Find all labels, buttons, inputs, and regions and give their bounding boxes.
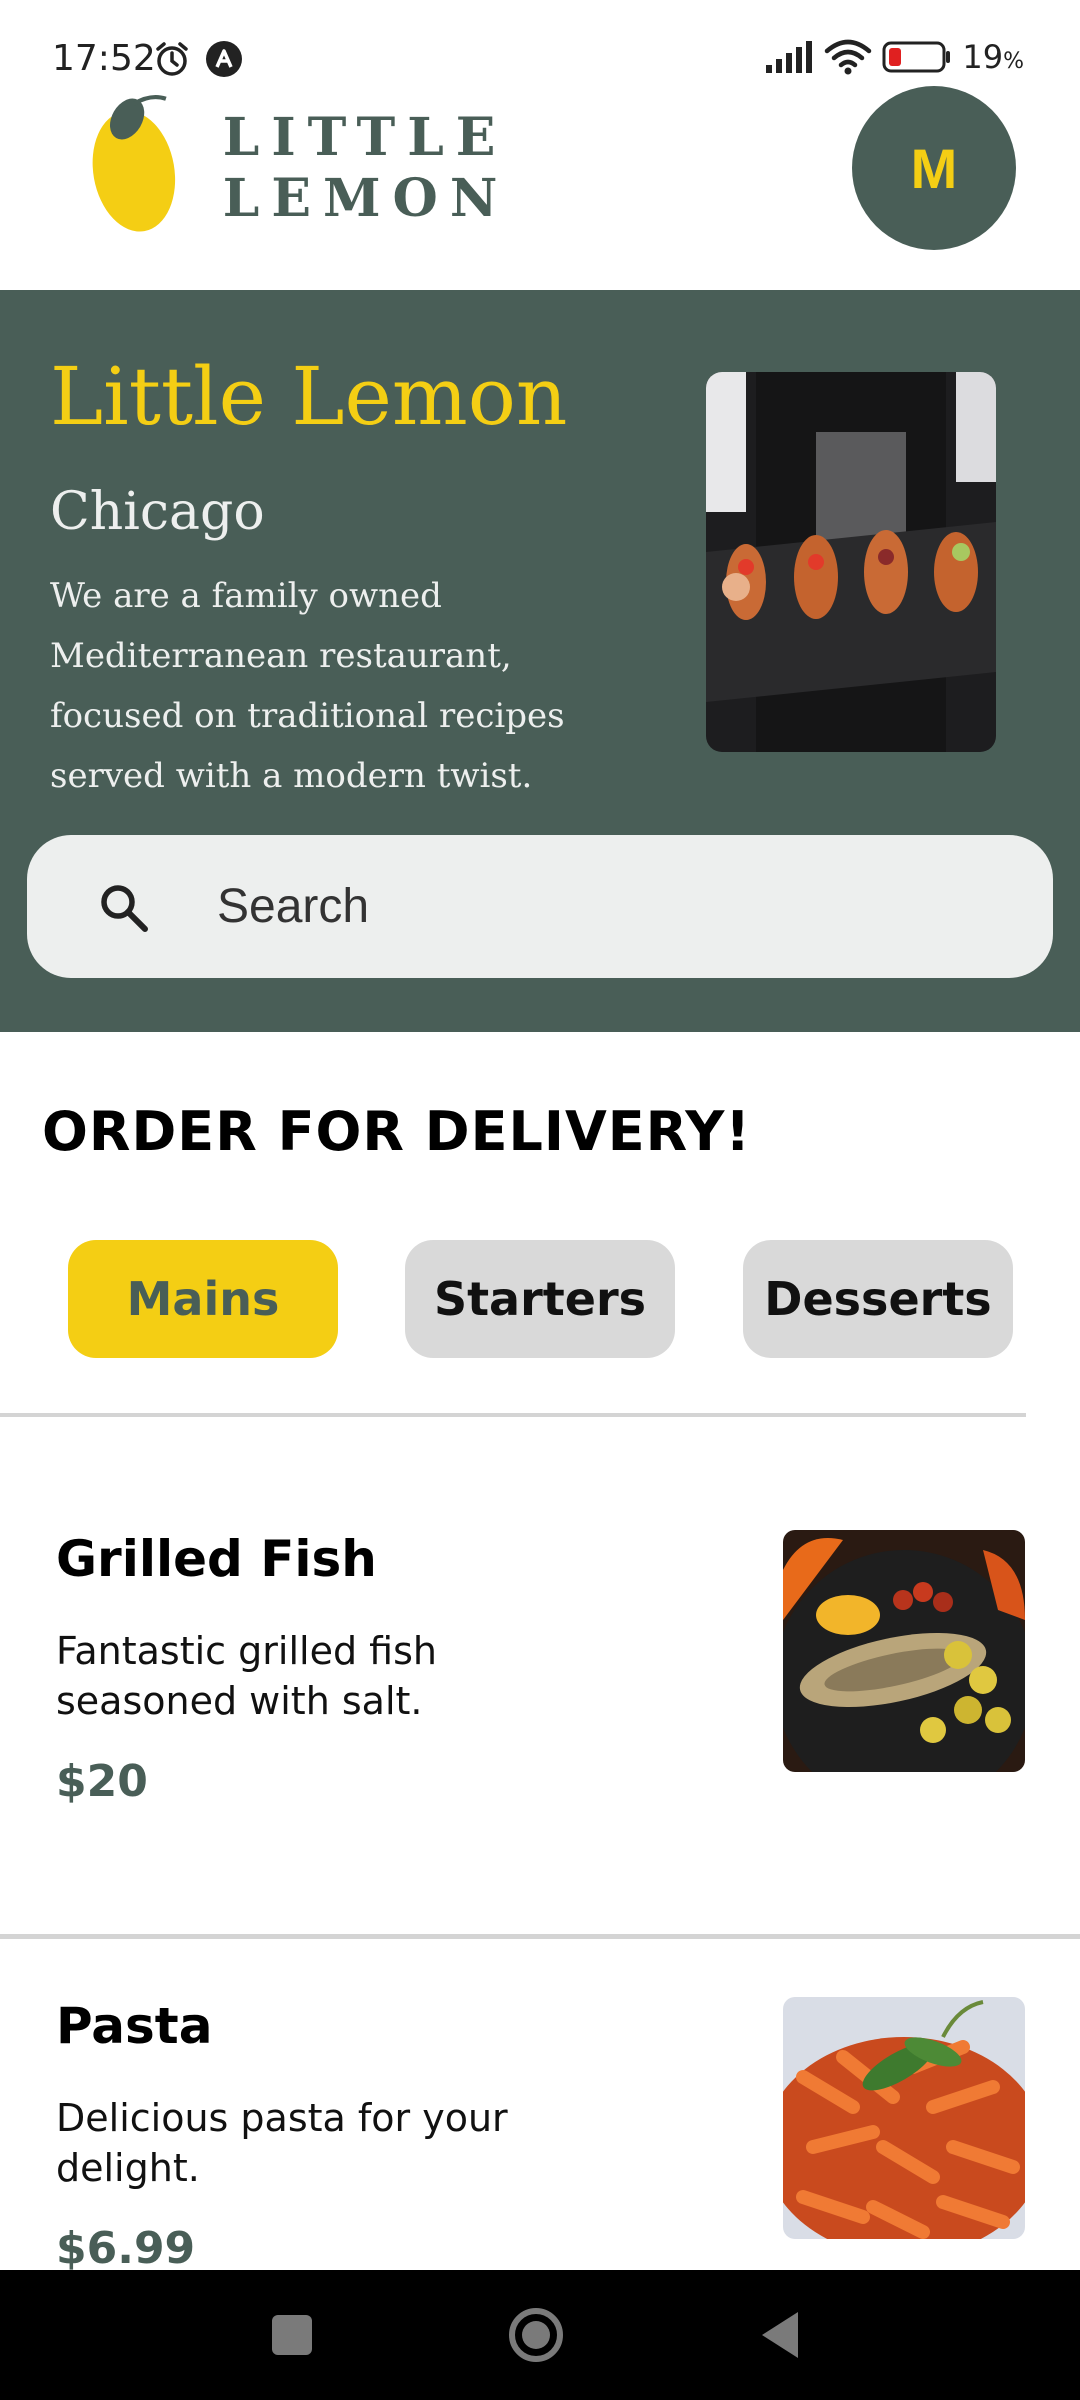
logo-text: LITTLE LEMON <box>222 106 510 229</box>
back-icon <box>762 2312 798 2358</box>
hero-section: Little Lemon Chicago We are a family own… <box>0 290 1080 1032</box>
menu-item-name: Grilled Fish <box>56 1530 377 1588</box>
system-navigation-bar <box>0 2270 1080 2400</box>
divider <box>0 1934 1080 1939</box>
hero-title: Little Lemon <box>50 350 568 443</box>
hero-image <box>706 372 996 752</box>
category-chip-mains[interactable]: Mains <box>68 1240 338 1358</box>
menu-item-price: $20 <box>56 1756 148 1807</box>
order-title: ORDER FOR DELIVERY! <box>42 1100 752 1163</box>
menu-item-name: Pasta <box>56 1997 213 2055</box>
notification-icon <box>206 41 242 77</box>
status-left-icons <box>153 40 243 78</box>
profile-avatar[interactable]: M <box>852 86 1016 250</box>
menu-item-image <box>783 1997 1025 2239</box>
home-icon <box>509 2308 563 2362</box>
logo: LITTLE LEMON <box>90 80 730 255</box>
battery-text: 19% <box>962 38 1024 76</box>
search-bar[interactable] <box>27 835 1053 978</box>
avatar-initial: M <box>910 136 958 200</box>
lemon-icon <box>92 94 176 232</box>
hero-city: Chicago <box>50 482 265 542</box>
alarm-icon <box>156 42 188 76</box>
divider <box>0 1413 1026 1417</box>
wifi-icon <box>825 39 872 75</box>
battery-icon <box>882 41 951 73</box>
menu-item-pasta[interactable]: Pasta Delicious pasta for your delight. … <box>0 1997 1080 2270</box>
signal-icon <box>766 41 813 73</box>
app-header: LITTLE LEMON M <box>0 80 1080 290</box>
recent-apps-icon <box>272 2315 312 2355</box>
menu-item-description: Fantastic grilled fish seasoned with sal… <box>56 1629 437 1723</box>
status-time: 17:52 <box>52 38 156 79</box>
menu-item-grilled-fish[interactable]: Grilled Fish Fantastic grilled fish seas… <box>0 1530 1080 1830</box>
category-chip-desserts[interactable]: Desserts <box>743 1240 1013 1358</box>
menu-item-price: $6.99 <box>56 2223 196 2270</box>
category-chip-starters[interactable]: Starters <box>405 1240 675 1358</box>
status-bar: 17:52 19% <box>0 0 1080 80</box>
menu-item-image <box>783 1530 1025 1772</box>
recent-apps-button[interactable] <box>242 2270 342 2400</box>
status-right-icons: 19% <box>764 38 1024 76</box>
search-icon <box>101 885 148 932</box>
back-button[interactable] <box>730 2270 830 2400</box>
home-button[interactable] <box>486 2270 586 2400</box>
search-input[interactable] <box>217 871 997 941</box>
menu-item-description: Delicious pasta for your delight. <box>56 2096 508 2190</box>
hero-description: We are a family owned Mediterranean rest… <box>50 576 565 796</box>
